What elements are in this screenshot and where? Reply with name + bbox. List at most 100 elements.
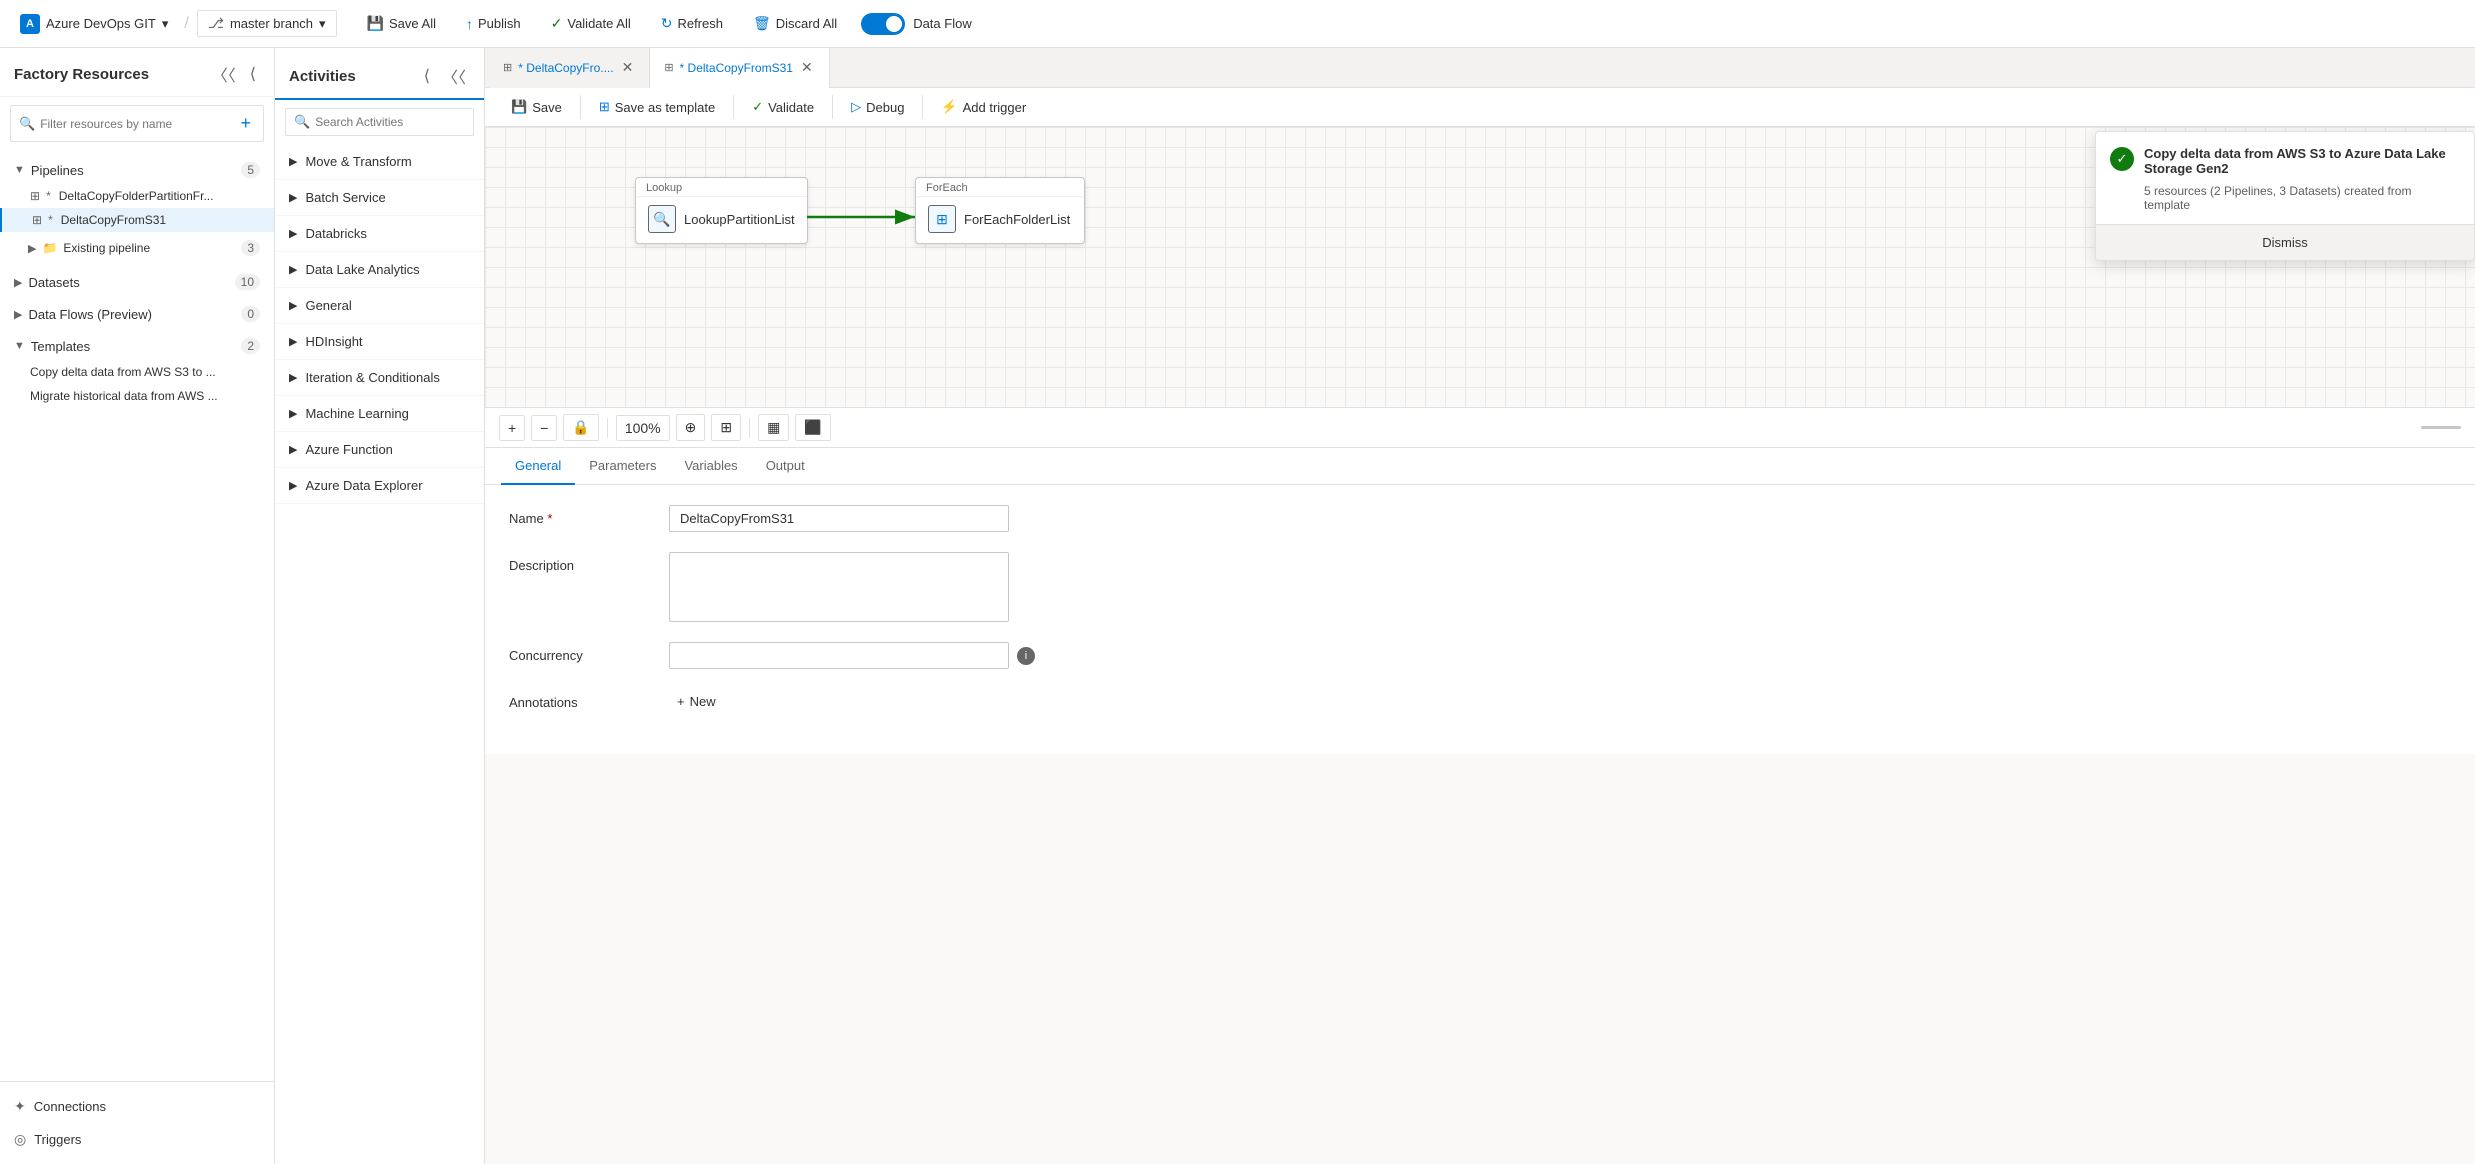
tab-name-1: * DeltaCopyFro.... bbox=[518, 61, 613, 75]
description-label: Description bbox=[509, 552, 649, 573]
lookup-node-icon: 🔍 bbox=[648, 205, 676, 233]
refresh-label: Refresh bbox=[677, 16, 723, 31]
refresh-button[interactable]: ↻ Refresh bbox=[647, 9, 737, 38]
pipeline-item-1[interactable]: ⊞ * DeltaCopyFolderPartitionFr... bbox=[0, 184, 274, 208]
canvas-resize-handle[interactable] bbox=[2421, 426, 2461, 429]
debug-button[interactable]: ▷ Debug bbox=[839, 94, 916, 120]
add-trigger-icon: ⚡ bbox=[941, 99, 957, 115]
activity-azure-function[interactable]: ▶ Azure Function bbox=[275, 432, 484, 468]
save-as-template-label: Save as template bbox=[615, 100, 715, 115]
canvas-select-btn[interactable]: ⊞ bbox=[711, 414, 741, 441]
activity-move-transform[interactable]: ▶ Move & Transform bbox=[275, 144, 484, 180]
canvas-add-btn[interactable]: + bbox=[499, 415, 525, 441]
validate-all-button[interactable]: ✓ Validate All bbox=[537, 9, 645, 38]
props-tab-variables[interactable]: Variables bbox=[670, 448, 751, 485]
triggers-nav[interactable]: ◎ Triggers bbox=[0, 1123, 274, 1156]
dataflows-header[interactable]: ▶ Data Flows (Preview) 0 bbox=[0, 300, 274, 328]
foreach-node[interactable]: ForEach ⊞ ForEachFolderList bbox=[915, 177, 1085, 244]
secondary-toolbar: 💾 Save ⊞ Save as template ✓ Validate ▷ D… bbox=[485, 88, 2475, 127]
canvas-grid-btn[interactable]: ▦ bbox=[758, 414, 789, 441]
tab-close-2[interactable]: ✕ bbox=[799, 57, 815, 78]
resource-tree: ▼ Pipelines 5 ⊞ * DeltaCopyFolderPartiti… bbox=[0, 150, 274, 1081]
publish-icon: ↑ bbox=[466, 16, 473, 32]
tab-close-1[interactable]: ✕ bbox=[620, 57, 636, 78]
pipeline-canvas[interactable]: Lookup 🔍 LookupPartitionList ForEach ⊞ F… bbox=[485, 127, 2475, 407]
tab-icon-1: ⊞ bbox=[503, 61, 512, 74]
activity-iteration[interactable]: ▶ Iteration & Conditionals bbox=[275, 360, 484, 396]
dataflows-count: 0 bbox=[241, 306, 260, 322]
search-resources-input[interactable] bbox=[40, 117, 236, 131]
activity-chevron-4: ▶ bbox=[289, 263, 297, 276]
add-trigger-label: Add trigger bbox=[963, 100, 1027, 115]
props-tab-output[interactable]: Output bbox=[752, 448, 819, 485]
template-item-2[interactable]: Migrate historical data from AWS ... bbox=[0, 384, 274, 408]
tab-bar: ⊞ * DeltaCopyFro.... ✕ ⊞ * DeltaCopyFrom… bbox=[485, 48, 2475, 88]
validate-all-label: Validate All bbox=[567, 16, 630, 31]
canvas-zoom-btn[interactable]: 100% bbox=[616, 415, 670, 441]
foreach-node-header: ForEach bbox=[916, 178, 1084, 197]
pipelines-header[interactable]: ▼ Pipelines 5 bbox=[0, 156, 274, 184]
activities-collapse-btn2[interactable]: 〈〈 bbox=[438, 62, 470, 90]
canvas-bottom-toolbar: + − 🔒 100% ⊕ ⊞ ▦ ⬛ bbox=[485, 407, 2475, 447]
activity-hdinsight[interactable]: ▶ HDInsight bbox=[275, 324, 484, 360]
props-tab-general[interactable]: General bbox=[501, 448, 575, 485]
save-button[interactable]: 💾 Save bbox=[499, 94, 574, 120]
canvas-theme-btn[interactable]: ⬛ bbox=[795, 414, 830, 441]
validate-button[interactable]: ✓ Validate bbox=[740, 94, 826, 120]
tab-1[interactable]: ⊞ * DeltaCopyFro.... ✕ bbox=[489, 48, 650, 88]
name-input[interactable] bbox=[669, 505, 1009, 532]
templates-label: Templates bbox=[31, 339, 90, 354]
collapse-icon[interactable]: 〈〈 bbox=[208, 60, 240, 88]
search-activities-input[interactable] bbox=[315, 115, 465, 129]
discard-all-button[interactable]: 🗑 Discard All bbox=[739, 9, 851, 38]
canvas-fit-btn[interactable]: ⊕ bbox=[676, 414, 706, 441]
concurrency-info-icon[interactable]: i bbox=[1017, 647, 1035, 665]
branch-chevron: ▾ bbox=[319, 16, 326, 32]
concurrency-input[interactable] bbox=[669, 642, 1009, 669]
lookup-node[interactable]: Lookup 🔍 LookupPartitionList bbox=[635, 177, 808, 244]
validate-all-icon: ✓ bbox=[551, 15, 563, 32]
add-trigger-button[interactable]: ⚡ Add trigger bbox=[929, 94, 1038, 120]
brand-selector[interactable]: A Azure DevOps GIT ▾ bbox=[12, 14, 176, 34]
tab-icon-2: ⊞ bbox=[664, 61, 673, 74]
expand-icon[interactable]: ⟨ bbox=[246, 60, 260, 88]
add-resource-button[interactable]: + bbox=[236, 111, 255, 136]
activities-title: Activities bbox=[289, 68, 356, 85]
toast-dismiss-button[interactable]: Dismiss bbox=[2096, 224, 2474, 260]
canvas-lock-btn[interactable]: 🔒 bbox=[563, 414, 598, 441]
pipeline-modified-1: * bbox=[46, 189, 51, 203]
foreach-node-name: ForEachFolderList bbox=[964, 212, 1070, 227]
left-bottom-nav: ✦ Connections ◎ Triggers bbox=[0, 1081, 274, 1164]
activity-machine-learning[interactable]: ▶ Machine Learning bbox=[275, 396, 484, 432]
toast-check-icon: ✓ bbox=[2110, 147, 2134, 171]
new-annotation-button[interactable]: + New bbox=[669, 689, 724, 714]
existing-pipeline-header[interactable]: ▶ 📁 Existing pipeline 3 bbox=[28, 236, 260, 260]
name-label: Name * bbox=[509, 505, 649, 526]
props-tab-output-label: Output bbox=[766, 458, 805, 473]
activity-databricks[interactable]: ▶ Databricks bbox=[275, 216, 484, 252]
lookup-node-body: 🔍 LookupPartitionList bbox=[636, 197, 807, 243]
description-input[interactable] bbox=[669, 552, 1009, 622]
templates-header[interactable]: ▼ Templates 2 bbox=[0, 332, 274, 360]
publish-button[interactable]: ↑ Publish bbox=[452, 10, 535, 38]
debug-icon: ▷ bbox=[851, 99, 861, 115]
canvas-remove-btn[interactable]: − bbox=[531, 415, 557, 441]
activity-data-lake-analytics[interactable]: ▶ Data Lake Analytics bbox=[275, 252, 484, 288]
save-as-template-icon: ⊞ bbox=[599, 99, 610, 115]
pipeline-item-2[interactable]: ⊞ * DeltaCopyFromS31 bbox=[0, 208, 274, 232]
connections-nav[interactable]: ✦ Connections bbox=[0, 1090, 274, 1123]
save-as-template-button[interactable]: ⊞ Save as template bbox=[587, 94, 727, 120]
props-tab-parameters[interactable]: Parameters bbox=[575, 448, 670, 485]
annotations-input-container: + New bbox=[669, 689, 724, 714]
tab-2[interactable]: ⊞ * DeltaCopyFromS31 ✕ bbox=[650, 48, 829, 88]
right-area: ⊞ * DeltaCopyFro.... ✕ ⊞ * DeltaCopyFrom… bbox=[485, 48, 2475, 1164]
template-item-1[interactable]: Copy delta data from AWS S3 to ... bbox=[0, 360, 274, 384]
activities-collapse-btn[interactable]: ⟨ bbox=[420, 62, 434, 90]
activity-azure-data-explorer[interactable]: ▶ Azure Data Explorer bbox=[275, 468, 484, 504]
branch-selector[interactable]: ⎇ master branch ▾ bbox=[197, 10, 337, 37]
save-all-button[interactable]: 💾 Save All bbox=[353, 9, 450, 38]
datasets-header[interactable]: ▶ Datasets 10 bbox=[0, 268, 274, 296]
activity-general[interactable]: ▶ General bbox=[275, 288, 484, 324]
activity-batch-service[interactable]: ▶ Batch Service bbox=[275, 180, 484, 216]
data-flow-toggle[interactable] bbox=[861, 13, 905, 35]
